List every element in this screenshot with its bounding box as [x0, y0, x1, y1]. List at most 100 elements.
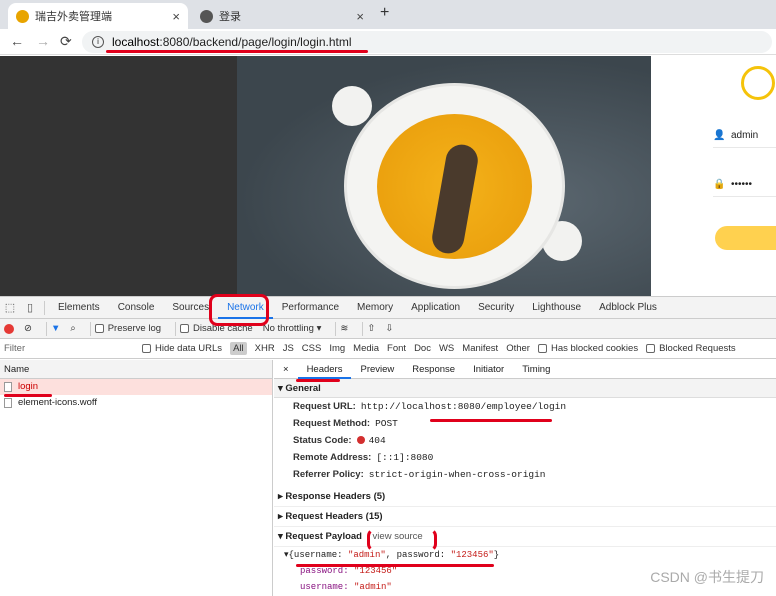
network-toolbar: ⊘ ▼ ⌕ Preserve log Disable cache No thro…	[0, 319, 776, 339]
food-photo	[237, 56, 651, 296]
network-conditions-icon[interactable]: ≋	[340, 323, 348, 334]
globe-icon	[200, 9, 213, 23]
referrer-policy-row: Referrer Policy: strict-origin-when-cross…	[293, 469, 546, 480]
soup-bowl	[347, 86, 562, 286]
forward-icon[interactable]: →	[36, 33, 50, 49]
blocked-requests-checkbox[interactable]: Blocked Requests	[646, 343, 736, 354]
annotation-circle	[209, 294, 269, 326]
tab-initiator[interactable]: Initiator	[464, 360, 513, 379]
search-icon[interactable]: ⌕	[70, 323, 75, 334]
type-filter-other[interactable]: Other	[506, 343, 530, 354]
request-row[interactable]: element-icons.woff	[0, 395, 272, 411]
divider	[362, 321, 364, 336]
login-button[interactable]	[715, 226, 776, 250]
annotation-brackets	[367, 528, 437, 552]
tab-application[interactable]: Application	[402, 297, 469, 319]
devtools-tab-bar: ⬚ ▯ Elements Console Sources Network Per…	[0, 297, 776, 319]
username-value: admin	[731, 130, 759, 141]
divider	[175, 321, 177, 336]
watermark: CSDN @书生提刀	[650, 569, 764, 585]
password-field[interactable]: 🔒 ••••••	[713, 173, 776, 197]
filter-input[interactable]: Filter	[4, 343, 134, 354]
device-toolbar-icon[interactable]: ▯	[20, 301, 40, 314]
type-filter-img[interactable]: Img	[329, 343, 345, 354]
clear-icon[interactable]: ⊘	[24, 323, 32, 334]
tab-adblock-plus[interactable]: Adblock Plus	[590, 297, 666, 319]
password-value: ••••••	[731, 179, 753, 190]
request-url-row: Request URL: http://localhost:8080/employ…	[293, 401, 567, 412]
tab-admin[interactable]: 瑞吉外卖管理端 ×	[8, 3, 188, 29]
lock-icon: 🔒	[713, 179, 726, 190]
annotation-underline	[430, 419, 552, 422]
request-payload-section[interactable]: ▾ Request Payload view source	[274, 527, 776, 547]
request-details: × Headers Preview Response Initiator Tim…	[274, 360, 776, 596]
export-har-icon[interactable]: ⇩	[385, 323, 393, 334]
soup	[377, 114, 532, 259]
tab-performance[interactable]: Performance	[273, 297, 348, 319]
tab-headers[interactable]: Headers	[297, 360, 352, 379]
tab-login[interactable]: 登录 ×	[192, 3, 372, 29]
reload-icon[interactable]: ⟳	[60, 33, 72, 50]
tab-preview[interactable]: Preview	[351, 360, 403, 379]
login-panel: 👤 admin 🔒 ••••••	[651, 56, 776, 296]
record-icon[interactable]	[4, 323, 14, 334]
type-filter-font[interactable]: Font	[387, 343, 406, 354]
tab-lighthouse[interactable]: Lighthouse	[523, 297, 590, 319]
hide-data-urls-checkbox[interactable]: Hide data URLs	[142, 343, 222, 354]
close-tab-icon[interactable]: ×	[356, 9, 364, 24]
payload-summary[interactable]: ▾{username: "admin", password: "123456"}	[274, 547, 776, 563]
throttling-select[interactable]: No throttling ▾	[263, 323, 322, 334]
tab-title: 登录	[219, 11, 241, 23]
file-icon	[4, 398, 12, 408]
general-section-header[interactable]: ▾ General	[274, 379, 776, 398]
preserve-log-checkbox[interactable]: Preserve log	[94, 323, 161, 334]
remote-address-row: Remote Address: [::1]:8080	[293, 452, 434, 463]
type-filter-ws[interactable]: WS	[439, 343, 454, 354]
type-filter-media[interactable]: Media	[353, 343, 379, 354]
tab-timing[interactable]: Timing	[513, 360, 559, 379]
type-filter-doc[interactable]: Doc	[414, 343, 431, 354]
tab-console[interactable]: Console	[109, 297, 164, 319]
type-filter-css[interactable]: CSS	[302, 343, 322, 354]
filter-icon[interactable]: ▼	[51, 323, 60, 334]
annotation-underline	[106, 50, 368, 53]
username-field[interactable]: 👤 admin	[713, 124, 776, 148]
sea-cucumber	[429, 142, 481, 256]
tab-response[interactable]: Response	[403, 360, 464, 379]
close-details-icon[interactable]: ×	[274, 360, 298, 379]
filter-bar: Filter Hide data URLs All XHR JS CSS Img…	[0, 339, 776, 359]
column-header-name[interactable]: Name	[0, 360, 272, 379]
inspect-element-icon[interactable]: ⬚	[0, 301, 20, 314]
page-viewport: 👤 admin 🔒 ••••••	[0, 56, 776, 296]
response-headers-section[interactable]: ▸ Response Headers (5)	[274, 487, 776, 507]
detail-tabs: × Headers Preview Response Initiator Tim…	[274, 360, 776, 379]
has-blocked-cookies-checkbox[interactable]: Has blocked cookies	[537, 343, 638, 354]
divider	[335, 321, 337, 336]
user-icon: 👤	[713, 130, 726, 141]
browser-tab-strip: 瑞吉外卖管理端 × 登录 × +	[0, 0, 776, 29]
request-headers-section[interactable]: ▸ Request Headers (15)	[274, 507, 776, 527]
type-filter-manifest[interactable]: Manifest	[462, 343, 498, 354]
bowl-handle	[332, 86, 372, 126]
import-har-icon[interactable]: ⇧	[367, 323, 375, 334]
annotation-underline	[4, 394, 52, 397]
file-icon	[4, 382, 12, 392]
close-tab-icon[interactable]: ×	[172, 9, 180, 24]
brand-favicon-icon	[16, 9, 29, 23]
tab-elements[interactable]: Elements	[49, 297, 109, 319]
new-tab-button[interactable]: +	[380, 4, 389, 22]
site-info-icon[interactable]: i	[92, 36, 104, 48]
back-icon[interactable]: ←	[10, 33, 24, 49]
divider	[45, 321, 47, 336]
tab-security[interactable]: Security	[469, 297, 523, 319]
status-code-row: Status Code: 404	[293, 435, 386, 446]
tab-memory[interactable]: Memory	[348, 297, 402, 319]
status-dot-icon	[356, 436, 365, 445]
request-row[interactable]: login	[0, 379, 272, 395]
type-filter-js[interactable]: JS	[283, 343, 294, 354]
divider	[89, 321, 91, 336]
brand-logo-icon	[741, 66, 775, 100]
type-filter-xhr[interactable]: XHR	[255, 343, 275, 354]
tab-title: 瑞吉外卖管理端	[35, 11, 112, 23]
type-filter-all[interactable]: All	[230, 342, 247, 355]
